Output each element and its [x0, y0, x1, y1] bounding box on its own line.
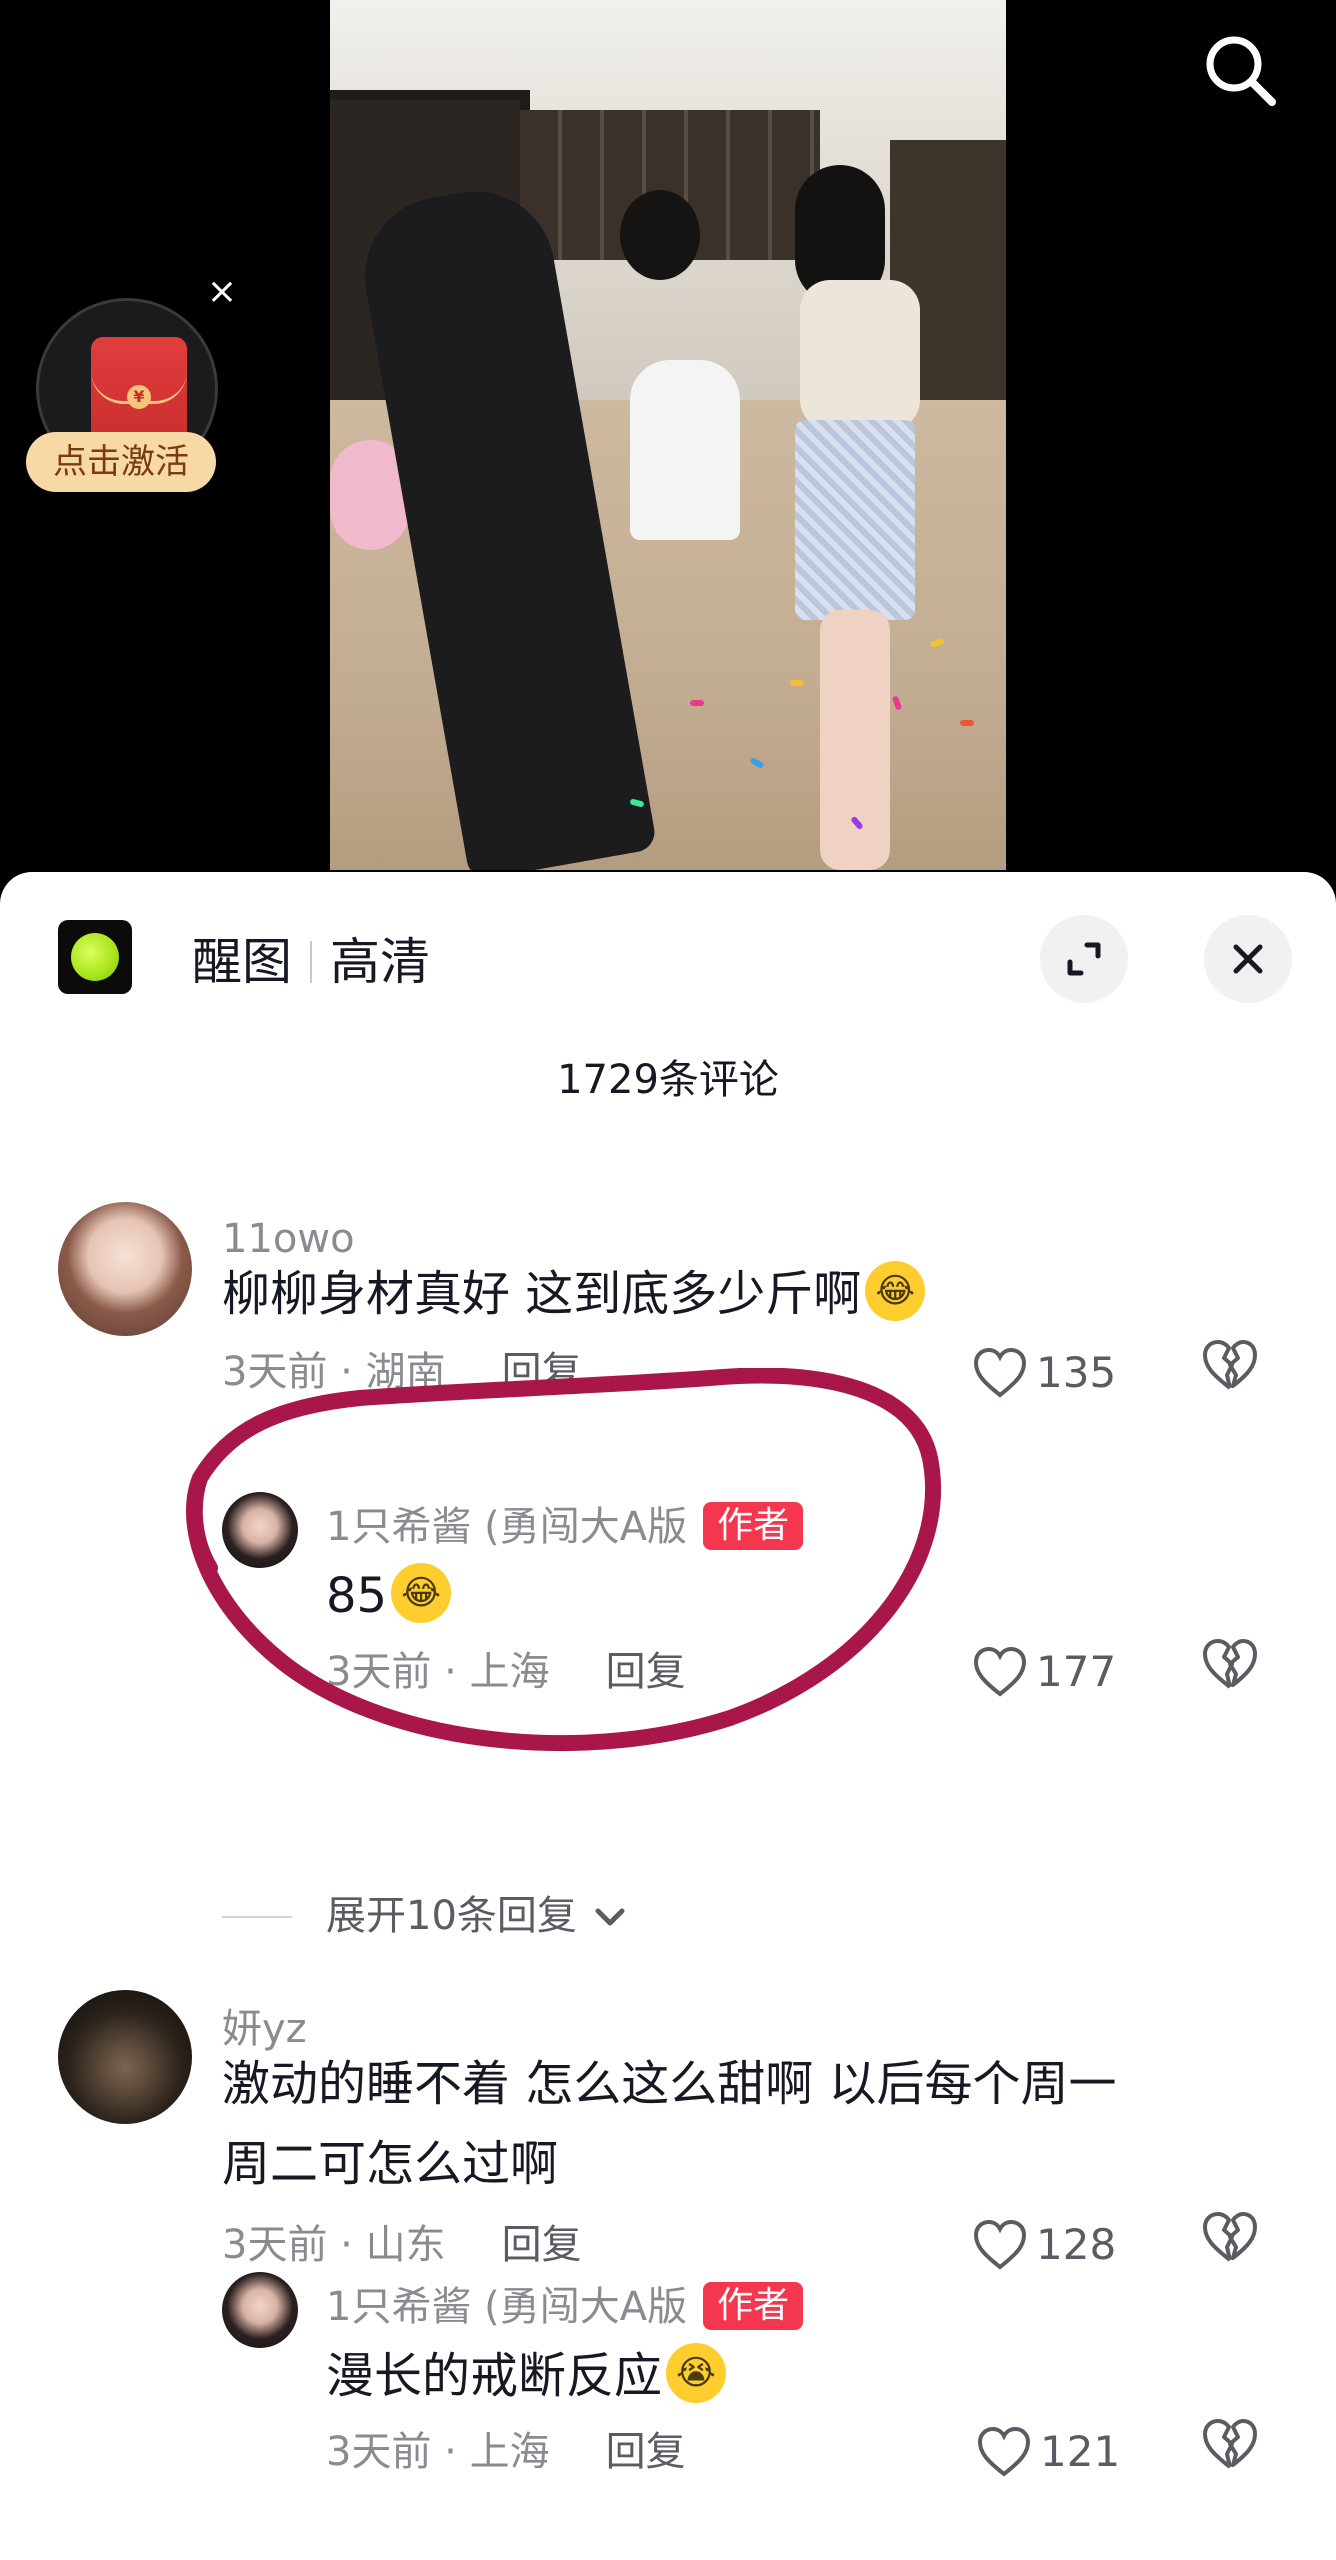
like-count: 128 [1036, 2220, 1117, 2269]
video-frame[interactable] [330, 0, 1006, 870]
quality-label: 高清 [330, 933, 430, 991]
search-button[interactable] [1200, 30, 1280, 110]
expand-replies-label: 展开10条回复 [326, 1893, 577, 1939]
avatar[interactable] [58, 1990, 192, 2124]
like-count: 177 [1036, 1647, 1117, 1696]
reply-button[interactable]: 回复 [606, 2429, 686, 2475]
like-button[interactable]: 135 [972, 1338, 1116, 1408]
like-count: 135 [1036, 1348, 1117, 1397]
dislike-button[interactable] [1200, 2417, 1270, 2487]
expand-divider [222, 1916, 292, 1918]
expand-button[interactable] [1040, 915, 1128, 1003]
comment-count: 1729条评论 [557, 1057, 779, 1103]
reply-text-content: 漫长的戒断反应 [326, 2348, 663, 2404]
laugh-cry-emoji: 😂 [391, 1563, 452, 1623]
reply-meta: 3天前 · 上海 回复 [326, 2427, 686, 2477]
reply-text[interactable]: 漫长的戒断反应 😭 [326, 2336, 727, 2416]
reply-username-line[interactable]: 1只希酱 (勇闯大A版 作者 [326, 1502, 804, 1553]
comment-text-line: 激动的睡不着 怎么这么甜啊 以后每个周一 [222, 2056, 1117, 2112]
close-icon [1233, 944, 1263, 974]
app-name: 醒图 [192, 933, 292, 991]
photo-woman-legs [820, 610, 890, 870]
reply-meta: 3天前 · 上海 回复 [326, 1647, 686, 1697]
author-badge: 作者 [703, 2282, 804, 2330]
comment-sheet: 醒图 高清 1729条评论 11owo 柳柳身材真好 这到底多少斤啊 😂 3天前 ·… [0, 872, 1336, 2560]
reply-time-location: 3天前 · 上海 [326, 2429, 550, 2475]
avatar[interactable] [222, 2272, 298, 2348]
laugh-cry-emoji: 😂 [865, 1261, 926, 1321]
photo-woman-skirt [795, 420, 915, 620]
comment-text[interactable]: 柳柳身材真好 这到底多少斤啊 😂 [222, 1254, 926, 1334]
confetti [960, 720, 974, 726]
expand-icon [1067, 942, 1101, 976]
dislike-button[interactable] [1200, 1338, 1270, 1408]
like-button[interactable]: 177 [972, 1637, 1116, 1707]
photo-table [630, 360, 740, 540]
title-divider [310, 940, 312, 983]
close-red-packet-icon[interactable]: × [202, 272, 242, 312]
like-button[interactable]: 121 [976, 2417, 1120, 2487]
reply-button[interactable]: 回复 [502, 2222, 582, 2268]
reply-button[interactable]: 回复 [502, 1349, 582, 1395]
broken-heart-icon [1203, 2419, 1257, 2469]
app-title[interactable]: 醒图 高清 [192, 932, 430, 992]
comment-text-content: 柳柳身材真好 这到底多少斤啊 [222, 1266, 862, 1322]
logo-dot [71, 933, 119, 981]
like-count: 121 [1040, 2427, 1121, 2476]
dislike-button[interactable] [1200, 2210, 1270, 2280]
reply-text[interactable]: 85 😂 [326, 1556, 452, 1636]
comment-time-location: 3天前 · 湖南 [222, 1349, 446, 1395]
comment-time-location: 3天前 · 山东 [222, 2222, 446, 2268]
avatar[interactable] [222, 1492, 298, 1568]
broken-heart-icon [1203, 2212, 1257, 2262]
comment-text-line: 周二可怎么过啊 [222, 2136, 559, 2192]
heart-icon [973, 1646, 1027, 1697]
reply-username: 1只希酱 (勇闯大A版 [326, 2284, 688, 2330]
heart-icon [973, 2219, 1027, 2270]
confetti [690, 700, 704, 706]
app-logo[interactable] [58, 920, 132, 994]
activate-button[interactable]: 点击激活 [26, 432, 216, 492]
confetti [790, 680, 804, 686]
video-player[interactable]: ¥ 点击激活 × [0, 0, 1336, 900]
comment-text[interactable]: 激动的睡不着 怎么这么甜啊 以后每个周一 周二可怎么过啊 [222, 2044, 1117, 2204]
photo-woman-top [800, 280, 920, 430]
comment-meta: 3天前 · 湖南 回复 [222, 1347, 582, 1397]
dislike-button[interactable] [1200, 1637, 1270, 1707]
broken-heart-icon [1203, 1340, 1257, 1390]
like-button[interactable]: 128 [972, 2210, 1116, 2280]
comment-meta: 3天前 · 山东 回复 [222, 2220, 582, 2270]
avatar[interactable] [58, 1202, 192, 1336]
reply-username-line[interactable]: 1只希酱 (勇闯大A版 作者 [326, 2282, 804, 2333]
photo-man-head [620, 190, 700, 280]
broken-heart-icon [1203, 1639, 1257, 1689]
search-icon [1206, 36, 1276, 106]
author-badge: 作者 [703, 1502, 804, 1550]
expand-replies-button[interactable]: 展开10条回复 [326, 1886, 630, 1946]
close-button[interactable] [1204, 915, 1292, 1003]
red-packet-widget[interactable]: ¥ 点击激活 × [26, 272, 237, 510]
heart-icon [973, 1347, 1027, 1398]
coin-icon: ¥ [127, 385, 151, 409]
heart-icon [977, 2426, 1031, 2477]
chevron-down-icon [595, 1908, 625, 1926]
reply-time-location: 3天前 · 上海 [326, 1649, 550, 1695]
crying-emoji: 😭 [666, 2343, 727, 2403]
reply-username: 1只希酱 (勇闯大A版 [326, 1504, 688, 1550]
sheet-header: 醒图 高清 [0, 872, 1336, 1052]
reply-text-content: 85 [326, 1568, 388, 1624]
reply-button[interactable]: 回复 [606, 1649, 686, 1695]
